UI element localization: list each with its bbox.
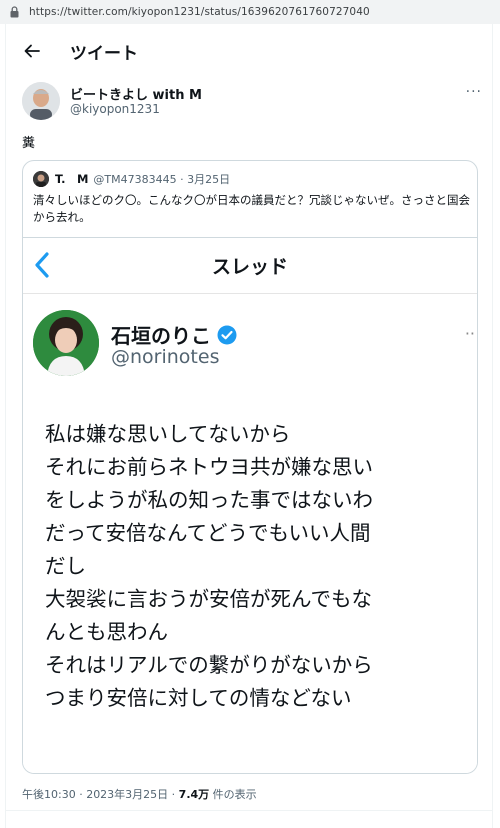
lock-icon xyxy=(10,6,19,18)
body-line: だし xyxy=(45,554,86,578)
screenshot-nav-bar: スレッド xyxy=(23,238,477,294)
profile-handle: @norinotes xyxy=(111,346,220,368)
attached-screenshot[interactable]: スレッド 石垣のりこ @norinotes ·· 私は嫌な思いしてないから それ… xyxy=(23,237,477,773)
tweet-page: ツイート ビートきよし with M @kiyopon1231 ··· 糞 T.… xyxy=(5,24,493,828)
body-line: 大袈裟に言おうが安倍が死んでもな xyxy=(45,587,372,611)
page-title: ツイート xyxy=(70,43,138,64)
author-name[interactable]: ビートきよし with M xyxy=(70,84,202,103)
author-handle[interactable]: @kiyopon1231 xyxy=(70,102,160,116)
avatar[interactable] xyxy=(22,82,60,120)
body-line: んとも思わん xyxy=(45,620,168,644)
back-arrow-icon[interactable] xyxy=(22,41,42,61)
quoted-tweet-text: 清々しいほどのク〇。こんなク〇が日本の議員だと？冗談じゃないぜ。さっさと国会から… xyxy=(33,193,470,224)
more-horizontal-icon[interactable]: ··· xyxy=(466,84,482,100)
profile-avatar xyxy=(33,310,99,376)
profile-name-text: 石垣のりこ xyxy=(111,324,211,348)
screenshot-body-text: 私は嫌な思いしてないから それにお前らネトウヨ共が嫌な思い をしようが私の知った… xyxy=(45,418,465,715)
profile-name: 石垣のりこ xyxy=(111,320,237,349)
url-text: https://twitter.com/kiyopon1231/status/1… xyxy=(29,6,370,18)
tweet-text: 糞 xyxy=(22,136,36,151)
tweet-timestamp[interactable]: 午後10:30 · 2023年3月25日 · xyxy=(22,788,179,801)
tweet-footer: 午後10:30 · 2023年3月25日 · 7.4万 件の表示 xyxy=(22,786,257,802)
quoted-author-name: T. M xyxy=(55,172,89,186)
body-line: それはリアルでの繋がりがないから xyxy=(45,653,373,677)
view-count-label: 件の表示 xyxy=(209,788,257,801)
more-vertical-icon: ·· xyxy=(464,324,475,343)
quoted-author-meta: @TM47383445 · 3月25日 xyxy=(93,173,231,186)
verified-badge-icon xyxy=(217,325,237,344)
body-line: をしようが私の知った事ではないわ xyxy=(45,488,373,512)
divider xyxy=(6,810,492,811)
body-line: つまり安倍に対しての情などない xyxy=(45,686,352,710)
body-line: 私は嫌な思いしてないから xyxy=(45,422,291,446)
quoted-avatar xyxy=(33,171,49,187)
body-line: それにお前らネトウヨ共が嫌な思い xyxy=(45,455,373,479)
quoted-tweet[interactable]: T. M @TM47383445 · 3月25日 清々しいほどのク〇。こんなク〇… xyxy=(22,160,478,774)
body-line: だって安倍なんてどうでもいい人間 xyxy=(45,521,371,545)
page-header: ツイート xyxy=(6,36,492,66)
quoted-tweet-header: T. M @TM47383445 · 3月25日 xyxy=(33,169,230,189)
address-bar[interactable]: https://twitter.com/kiyopon1231/status/1… xyxy=(0,0,500,24)
view-count: 7.4万 xyxy=(178,788,210,801)
screenshot-nav-title: スレッド xyxy=(211,256,288,278)
tweet-author: ビートきよし with M @kiyopon1231 ··· xyxy=(22,80,482,126)
